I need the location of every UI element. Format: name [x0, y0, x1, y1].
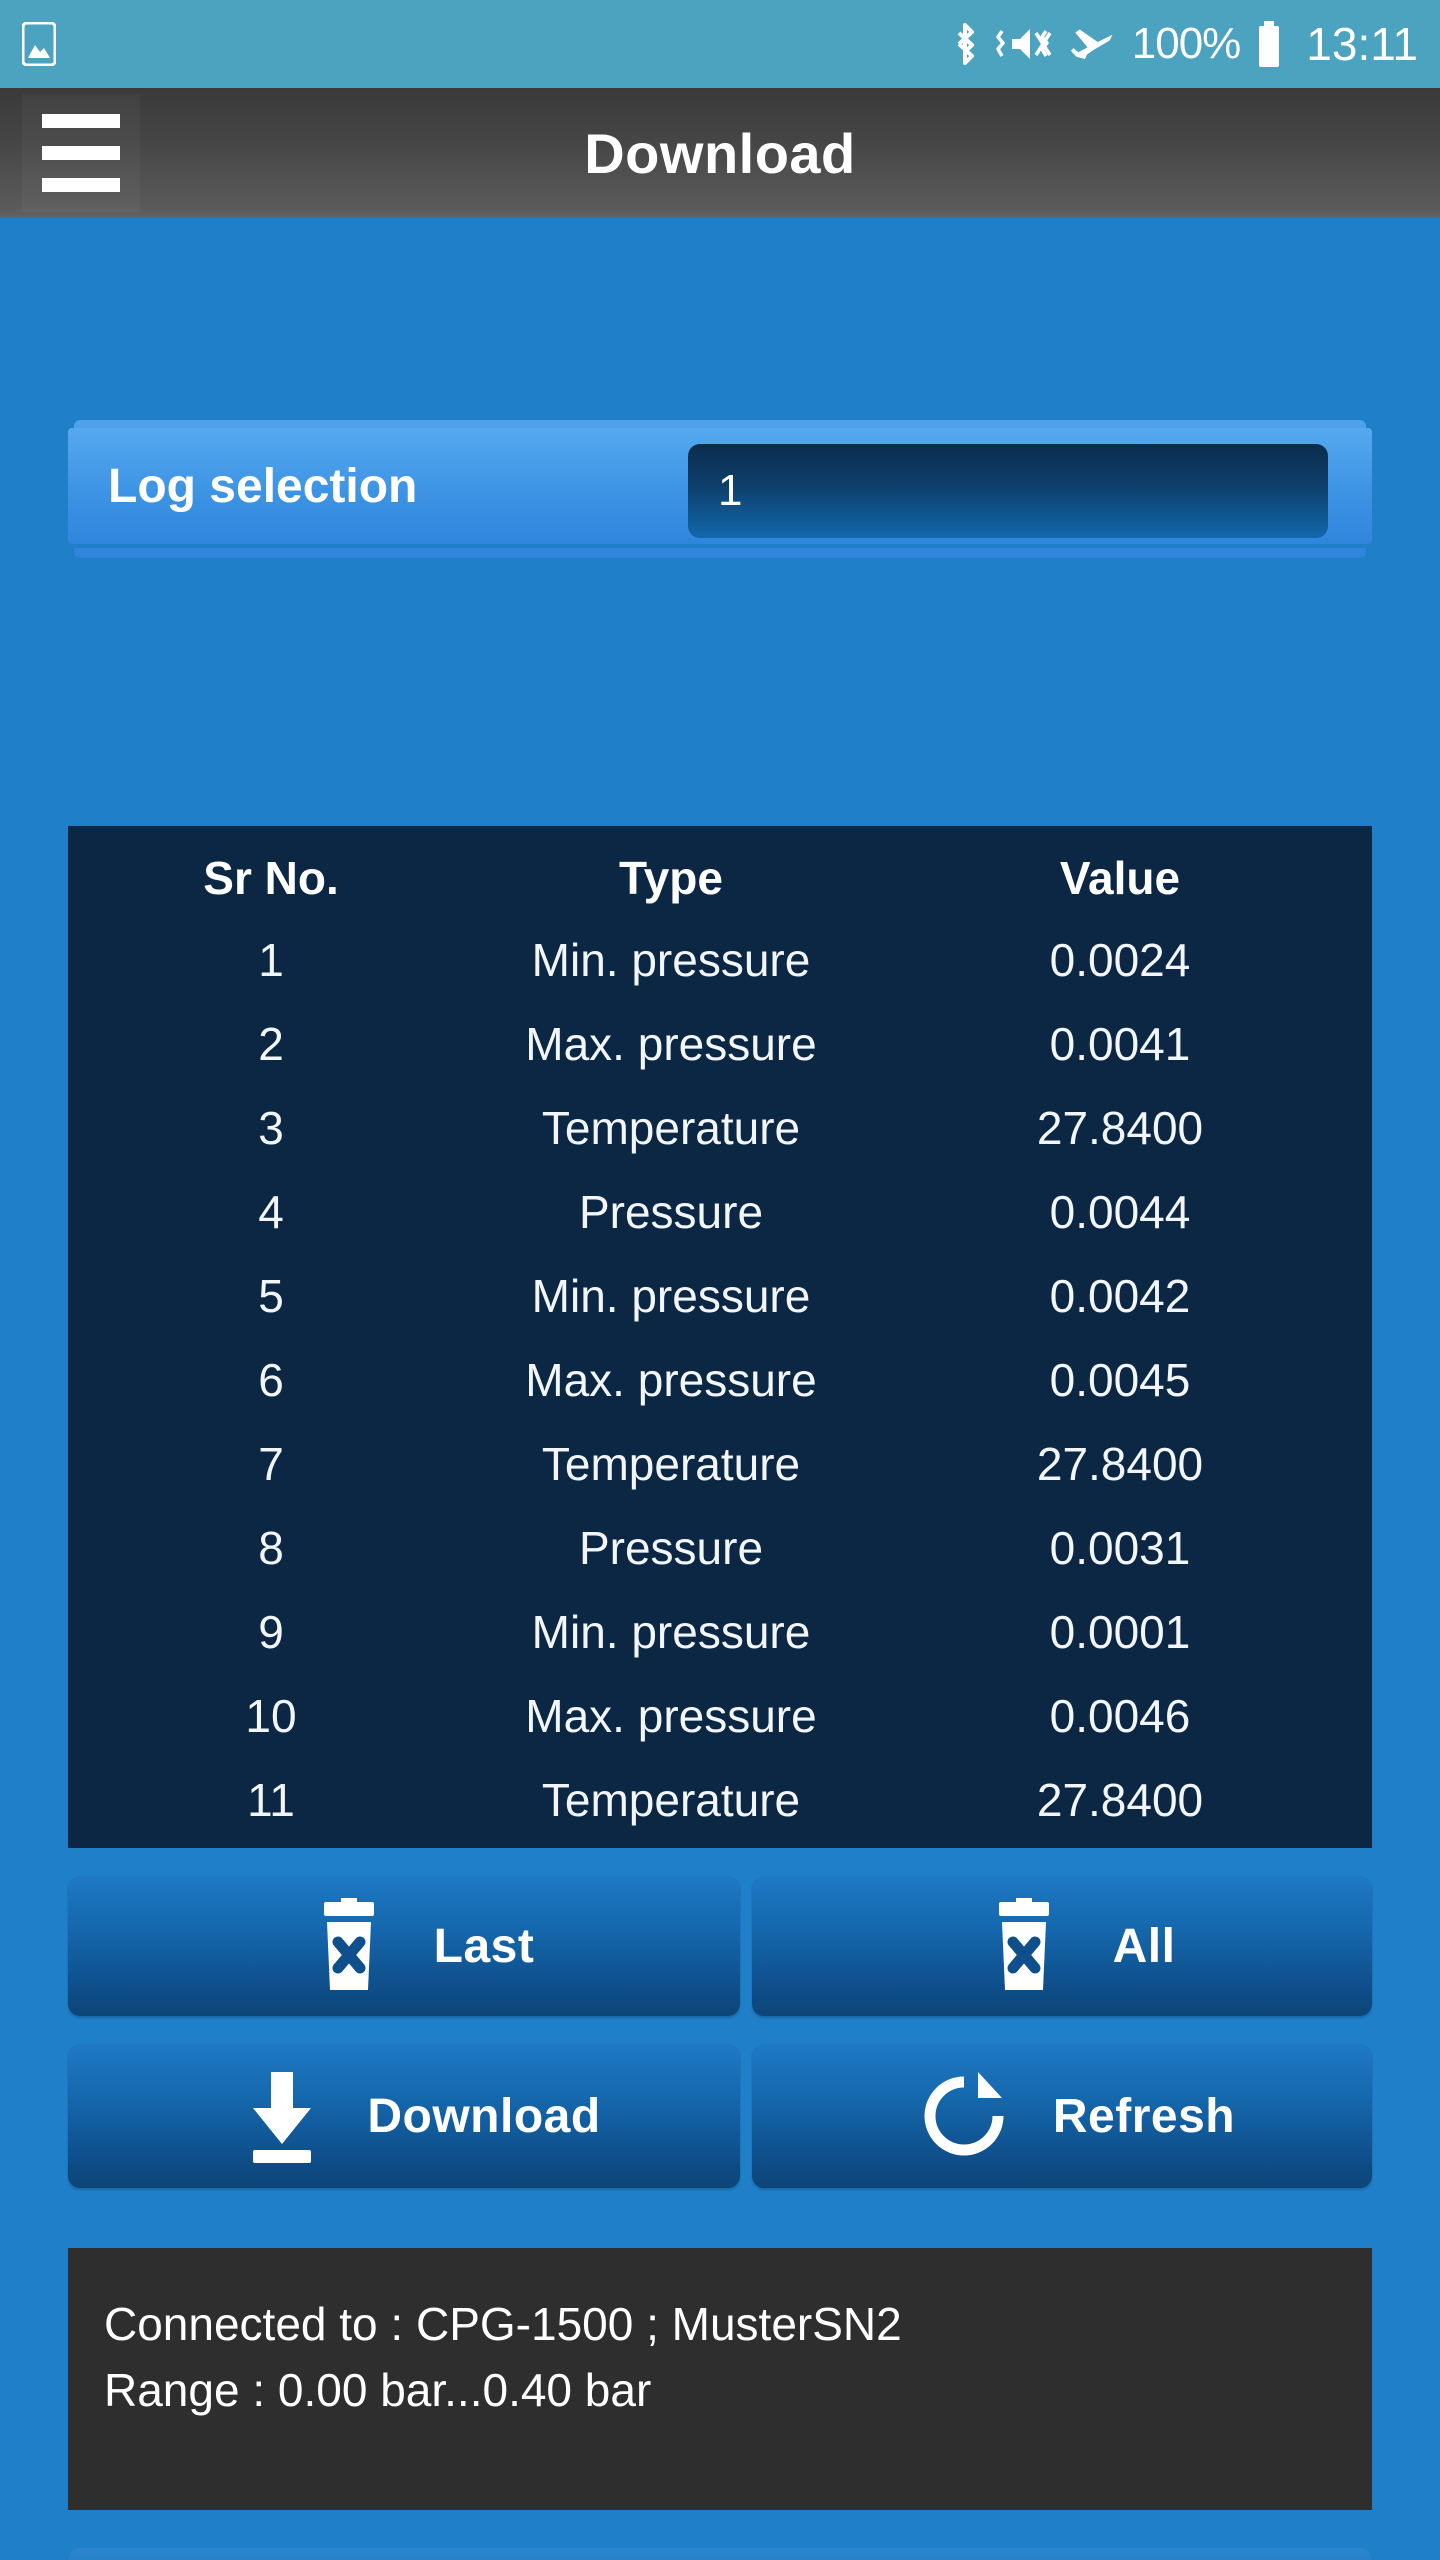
cell-type: Temperature — [541, 1438, 801, 1490]
cell-type: Temperature — [541, 1774, 801, 1826]
connection-status-panel: Connected to : CPG-1500 ; MusterSN2 Rang… — [68, 2248, 1372, 2510]
log-selection-row: Log selection 1 — [68, 428, 1372, 544]
refresh-button[interactable]: Refresh — [752, 2044, 1372, 2188]
connected-device-text: Connected to : CPG-1500 ; MusterSN2 — [104, 2298, 902, 2350]
cell-value: 0.0046 — [1049, 1690, 1191, 1742]
cell-value: 27.8400 — [1036, 1438, 1204, 1490]
status-bar-right: 100% 13:11 — [950, 21, 1418, 67]
cell-sr-no: 10 — [245, 1690, 297, 1742]
airplane-mode-icon — [1070, 22, 1116, 66]
cell-type: Pressure — [578, 1186, 764, 1238]
table-row[interactable]: 6 Max. pressure 0.0045 — [106, 1338, 1334, 1422]
table-row[interactable]: 10 Max. pressure 0.0046 — [106, 1674, 1334, 1758]
battery-percent-label: 100% — [1131, 19, 1242, 68]
trash-delete-icon — [274, 1898, 424, 1994]
delete-last-button[interactable]: Last — [68, 1876, 740, 2016]
column-header-value: Value — [1059, 852, 1181, 904]
battery-full-icon — [1256, 21, 1282, 67]
trash-delete-icon — [949, 1898, 1099, 1994]
page-body: Log selection 1 Sr No. Type Value 1 Min.… — [0, 218, 1440, 2560]
cell-type: Min. pressure — [531, 1606, 811, 1658]
cell-type: Max. pressure — [525, 1690, 817, 1742]
cell-type: Min. pressure — [531, 934, 811, 986]
cell-sr-no: 8 — [258, 1522, 284, 1574]
table-row[interactable]: 2 Max. pressure 0.0041 — [106, 1002, 1334, 1086]
cell-type: Min. pressure — [531, 1270, 811, 1322]
cell-value: 27.8400 — [1036, 1102, 1204, 1154]
cell-type: Temperature — [541, 1102, 801, 1154]
table-row[interactable]: 4 Pressure 0.0044 — [106, 1170, 1334, 1254]
cell-value: 0.0042 — [1049, 1270, 1191, 1322]
download-arrow-icon — [207, 2068, 357, 2164]
download-label: Download — [367, 2089, 601, 2143]
delete-all-button[interactable]: All — [752, 1876, 1372, 2016]
cell-value: 0.0031 — [1049, 1522, 1191, 1574]
delete-last-label: Last — [433, 1919, 535, 1973]
cell-type: Max. pressure — [525, 1354, 817, 1406]
cell-type: Max. pressure — [525, 1018, 817, 1070]
table-row[interactable]: 8 Pressure 0.0031 — [106, 1506, 1334, 1590]
table-row[interactable]: 7 Temperature 27.8400 — [106, 1422, 1334, 1506]
cell-value: 0.0041 — [1049, 1018, 1191, 1070]
column-header-sr-no: Sr No. — [203, 852, 339, 904]
delete-all-label: All — [1112, 1919, 1176, 1973]
log-selection-input[interactable]: 1 — [688, 444, 1328, 538]
cell-sr-no: 1 — [258, 934, 284, 986]
cell-value: 27.8400 — [1036, 1774, 1204, 1826]
cell-value: 0.0044 — [1049, 1186, 1191, 1238]
log-selection-label: Log selection — [108, 459, 418, 513]
table-row[interactable]: 3 Temperature 27.8400 — [106, 1086, 1334, 1170]
clock-label: 13:11 — [1306, 18, 1418, 70]
cell-sr-no: 11 — [247, 1774, 295, 1826]
screenshot-button[interactable]: Screenshot — [68, 2548, 1372, 2560]
cell-sr-no: 5 — [258, 1270, 284, 1322]
range-text: Range : 0.00 bar...0.40 bar — [104, 2364, 652, 2417]
log-data-table: Sr No. Type Value 1 Min. pressure 0.0024… — [68, 826, 1372, 1848]
table-header-row: Sr No. Type Value — [106, 838, 1334, 918]
table-row[interactable]: 5 Min. pressure 0.0042 — [106, 1254, 1334, 1338]
mute-vibrate-icon — [996, 21, 1054, 67]
page-title: Download — [584, 121, 856, 185]
status-bar-left — [22, 22, 56, 66]
table-row[interactable]: 9 Min. pressure 0.0001 — [106, 1590, 1334, 1674]
column-header-type: Type — [619, 852, 723, 904]
cell-value: 0.0024 — [1049, 934, 1191, 986]
refresh-circular-arrow-icon — [889, 2068, 1039, 2164]
cell-sr-no: 4 — [258, 1186, 284, 1238]
table-row[interactable]: 1 Min. pressure 0.0024 — [106, 918, 1334, 1002]
cell-type: Pressure — [578, 1522, 764, 1574]
download-button[interactable]: Download — [68, 2044, 740, 2188]
cell-sr-no: 6 — [258, 1354, 284, 1406]
screenshot-image-icon — [22, 22, 56, 66]
cell-value: 0.0001 — [1049, 1606, 1191, 1658]
refresh-label: Refresh — [1052, 2089, 1236, 2143]
title-bar: Download — [0, 88, 1440, 218]
bluetooth-icon — [950, 21, 980, 67]
log-selection-bottom-edge — [74, 548, 1366, 558]
cell-sr-no: 7 — [258, 1438, 284, 1490]
cell-sr-no: 3 — [258, 1102, 284, 1154]
status-bar: 100% 13:11 — [0, 0, 1440, 88]
table-row[interactable]: 11 Temperature 27.8400 — [106, 1758, 1334, 1842]
cell-sr-no: 2 — [258, 1018, 284, 1070]
cell-sr-no: 9 — [258, 1606, 284, 1658]
cell-value: 0.0045 — [1049, 1354, 1191, 1406]
log-selection-panel: Log selection 1 — [68, 420, 1372, 558]
